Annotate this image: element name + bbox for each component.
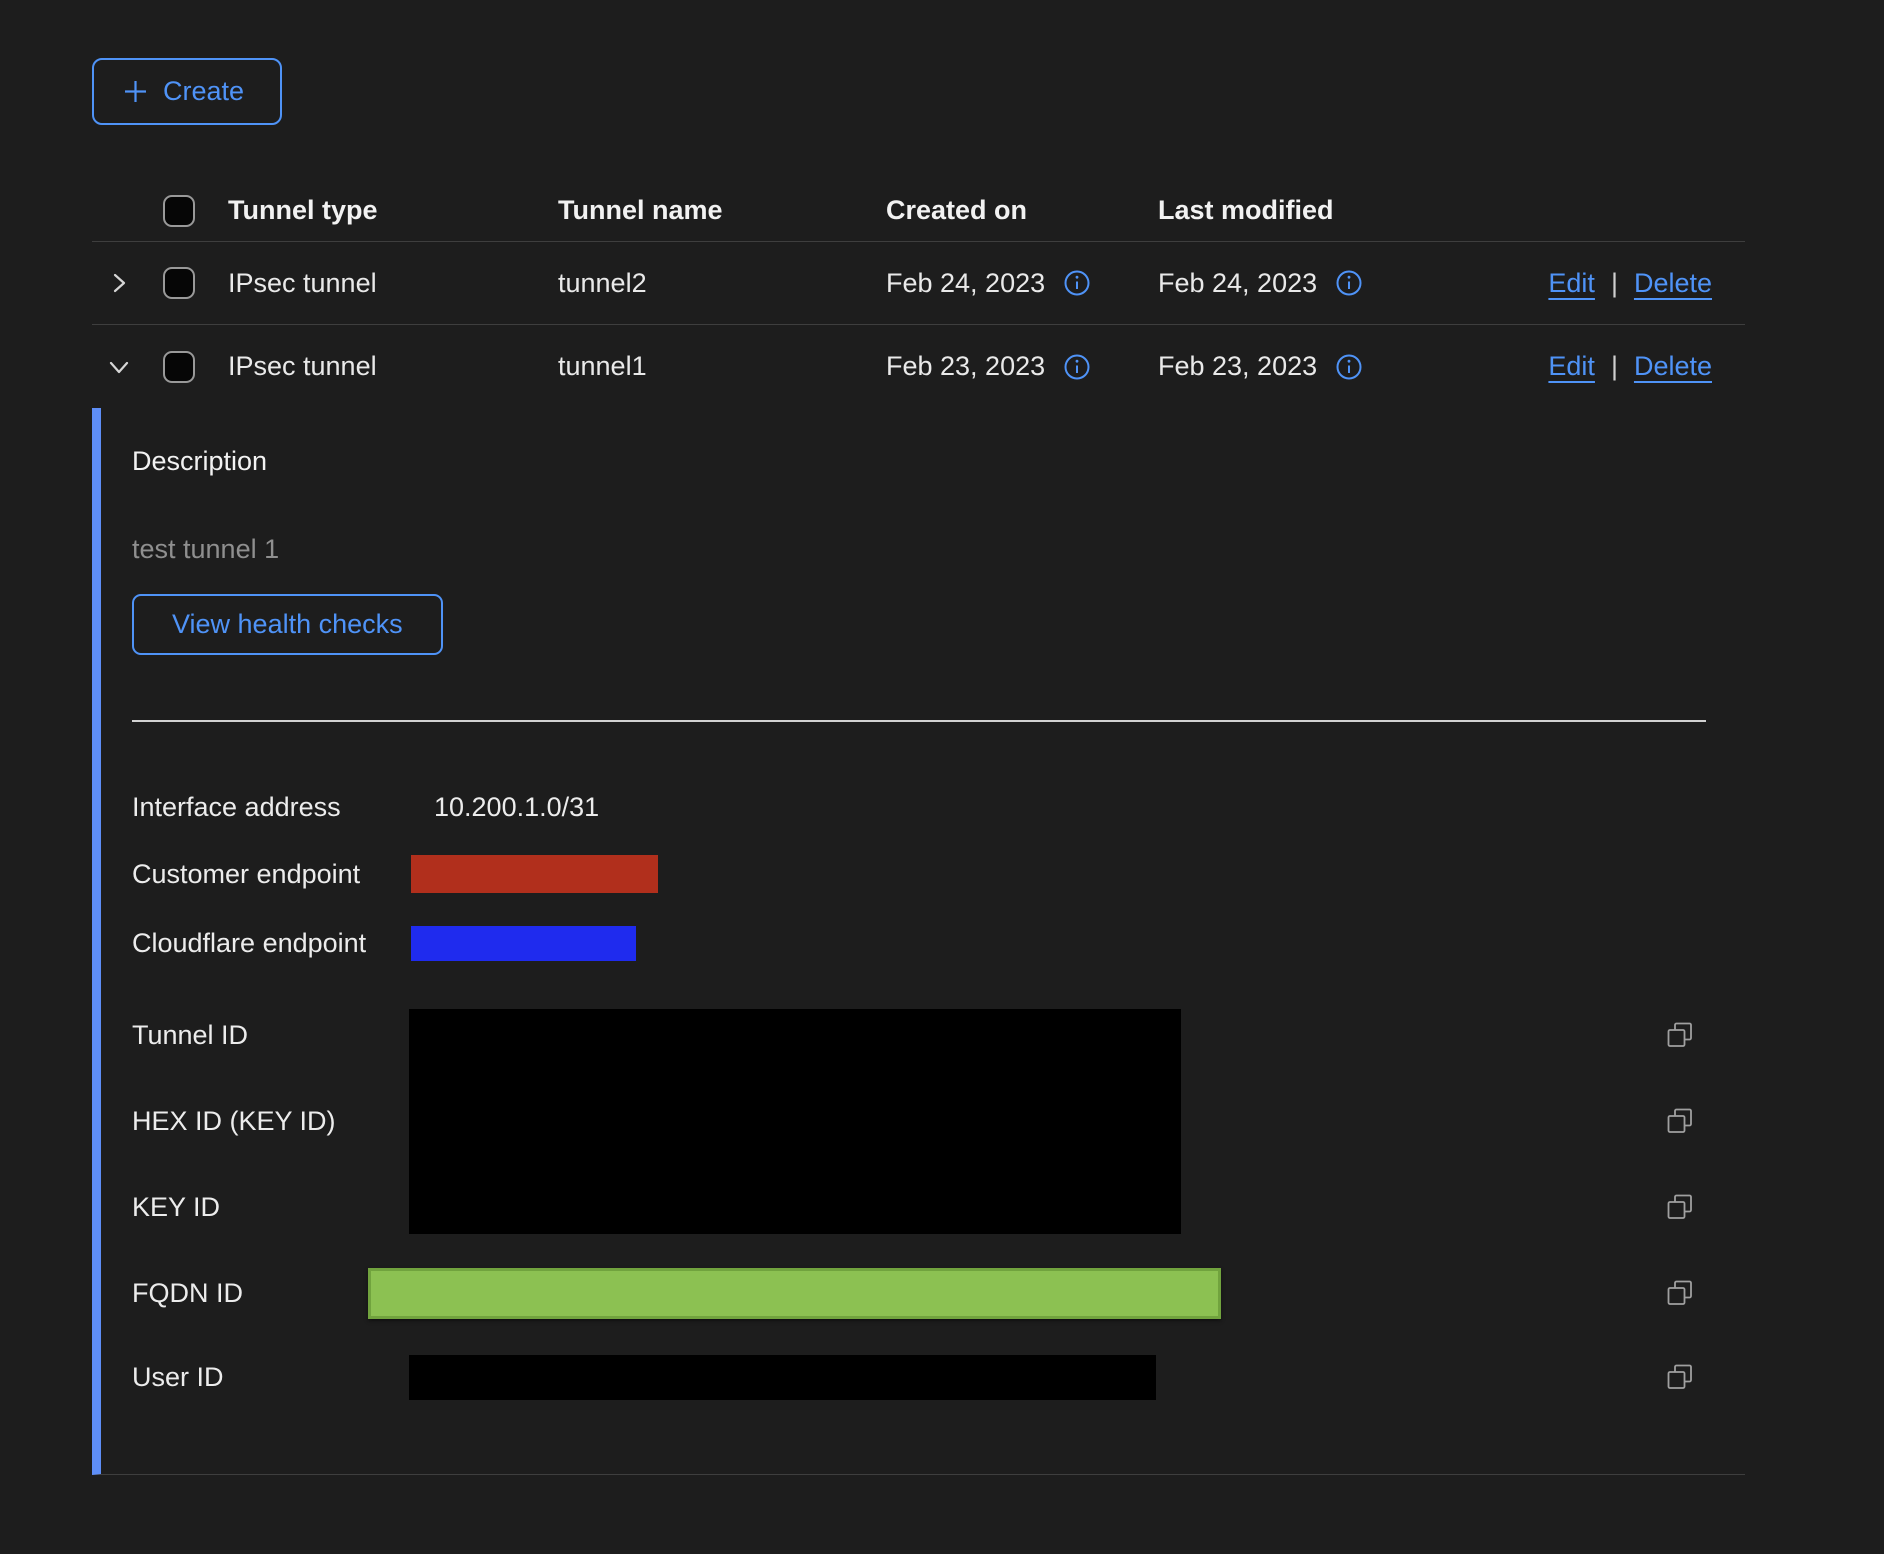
tunnel-type-value: IPsec tunnel xyxy=(220,351,550,382)
tunnels-page: Create Tunnel type Tunnel name Created o… xyxy=(0,0,1745,1475)
hex-id-label: HEX ID (KEY ID) xyxy=(132,1106,409,1137)
info-icon[interactable] xyxy=(1063,269,1091,297)
tunnel-name-value: tunnel2 xyxy=(550,268,878,299)
header-tunnel-type: Tunnel type xyxy=(220,195,550,226)
customer-endpoint-redaction xyxy=(411,855,658,893)
tunnels-table: Tunnel type Tunnel name Created on Last … xyxy=(92,180,1745,1475)
copy-icon[interactable] xyxy=(1666,1107,1694,1135)
panel-divider xyxy=(132,720,1706,722)
last-modified-value: Feb 24, 2023 xyxy=(1158,268,1317,299)
info-icon[interactable] xyxy=(1063,353,1091,381)
action-separator: | xyxy=(1611,268,1618,299)
header-tunnel-name: Tunnel name xyxy=(550,195,878,226)
create-button[interactable]: Create xyxy=(92,58,282,125)
delete-link[interactable]: Delete xyxy=(1634,268,1712,299)
key-id-label: KEY ID xyxy=(132,1192,409,1223)
customer-endpoint-row: Customer endpoint xyxy=(132,838,1745,910)
info-icon[interactable] xyxy=(1335,269,1363,297)
row-checkbox[interactable] xyxy=(163,267,195,299)
copy-icon[interactable] xyxy=(1666,1363,1694,1391)
created-on-value: Feb 23, 2023 xyxy=(886,351,1045,382)
copy-icon[interactable] xyxy=(1666,1021,1694,1049)
tunnel-type-value: IPsec tunnel xyxy=(220,268,550,299)
chevron-right-icon[interactable] xyxy=(107,271,131,295)
table-row: IPsec tunnel tunnel2 Feb 24, 2023 Feb 24… xyxy=(92,242,1745,325)
description-value: test tunnel 1 xyxy=(132,534,1745,565)
user-id-row: User ID xyxy=(132,1336,1745,1418)
tunnel-detail-panel: Description test tunnel 1 View health ch… xyxy=(92,408,1745,1475)
cloudflare-endpoint-label: Cloudflare endpoint xyxy=(132,928,409,959)
fqdn-id-redaction xyxy=(368,1268,1221,1319)
cloudflare-endpoint-redaction xyxy=(411,926,636,961)
created-on-value: Feb 24, 2023 xyxy=(886,268,1045,299)
user-id-label: User ID xyxy=(132,1362,409,1393)
tunnel-detail-fields: Interface address 10.200.1.0/31 Customer… xyxy=(132,776,1745,1418)
tunnel-name-value: tunnel1 xyxy=(550,351,878,382)
user-id-redaction xyxy=(409,1355,1156,1400)
chevron-down-icon[interactable] xyxy=(107,355,131,379)
edit-link[interactable]: Edit xyxy=(1548,268,1595,299)
edit-link[interactable]: Edit xyxy=(1548,351,1595,382)
interface-address-label: Interface address xyxy=(132,792,409,823)
table-header-row: Tunnel type Tunnel name Created on Last … xyxy=(92,180,1745,242)
ids-redaction-block xyxy=(409,1009,1181,1234)
plus-icon xyxy=(122,78,149,105)
view-health-checks-button[interactable]: View health checks xyxy=(132,594,443,655)
copy-icon[interactable] xyxy=(1666,1279,1694,1307)
header-created-on: Created on xyxy=(878,195,1150,226)
action-separator: | xyxy=(1611,351,1618,382)
tunnel-id-label: Tunnel ID xyxy=(132,1020,409,1051)
fqdn-id-row: FQDN ID xyxy=(132,1250,1745,1336)
delete-link[interactable]: Delete xyxy=(1634,351,1712,382)
info-icon[interactable] xyxy=(1335,353,1363,381)
description-label: Description xyxy=(132,446,1745,477)
cloudflare-endpoint-row: Cloudflare endpoint xyxy=(132,910,1745,976)
copy-icon[interactable] xyxy=(1666,1193,1694,1221)
last-modified-value: Feb 23, 2023 xyxy=(1158,351,1317,382)
table-row: IPsec tunnel tunnel1 Feb 23, 2023 Feb 23… xyxy=(92,325,1745,408)
interface-address-value: 10.200.1.0/31 xyxy=(434,792,599,823)
header-last-modified: Last modified xyxy=(1150,195,1430,226)
row-checkbox[interactable] xyxy=(163,351,195,383)
customer-endpoint-label: Customer endpoint xyxy=(132,859,409,890)
create-button-label: Create xyxy=(163,76,244,107)
interface-address-row: Interface address 10.200.1.0/31 xyxy=(132,776,1745,838)
select-all-checkbox[interactable] xyxy=(163,195,195,227)
